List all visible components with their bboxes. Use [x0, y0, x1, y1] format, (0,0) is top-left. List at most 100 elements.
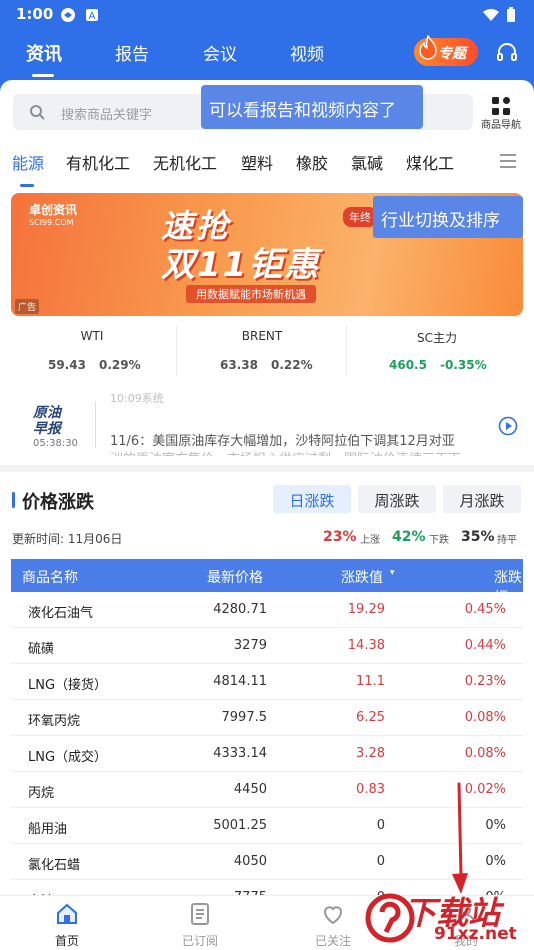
table-row[interactable]: LNG（成交） 4333.14 3.28 0.08%: [11, 736, 523, 772]
tooltip-report-video: 可以看报告和视频内容了: [201, 85, 423, 129]
row-name: 船用油: [28, 822, 68, 837]
watermark: 下载站 91xz.net: [364, 886, 534, 948]
notification-a-icon: A: [86, 9, 98, 22]
section-marker: [12, 492, 15, 508]
status-bar: 1:00 A: [0, 0, 534, 30]
table-row[interactable]: 液化石油气 4280.71 19.29 0.45%: [11, 592, 523, 628]
banner-logo: 卓创资讯 SCI99.COM: [29, 201, 129, 227]
quote-name: SC主力: [417, 331, 457, 345]
row-price: 4814.11: [213, 674, 267, 689]
row-percent: 0%: [485, 854, 506, 869]
tab-news[interactable]: 资讯: [26, 40, 62, 66]
news-headline-continued: 洲的原油官方售价，市场担心供应过剩，国际油价连续三天下: [110, 448, 470, 456]
annotation-arrow-icon: [452, 782, 468, 894]
news-headline: 11/6：美国原油库存大幅增加，沙特阿拉伯下调其12月对亚: [110, 434, 455, 449]
grid-icon: [492, 97, 510, 115]
quote-name: BRENT: [241, 329, 283, 343]
category-inorganic-chem[interactable]: 无机化工: [153, 150, 217, 174]
row-name: 环氧丙烷: [28, 714, 81, 729]
row-percent: 0.08%: [464, 746, 506, 761]
quote-wti[interactable]: WTI 59.43 0.29%: [7, 320, 177, 382]
row-change: 0: [376, 854, 385, 869]
table-row[interactable]: 氯化石蜡 4050 0 0%: [11, 844, 523, 880]
svg-text:A: A: [89, 11, 96, 22]
category-tabs: 能源 有机化工 无机化工 塑料 橡胶 氯碱 煤化工: [0, 144, 534, 188]
tab-videos[interactable]: 视频: [290, 40, 324, 65]
table-row[interactable]: 船用油 5001.25 0 0%: [11, 808, 523, 844]
row-price: 4450: [233, 782, 267, 797]
special-topic-label: 专题: [438, 46, 466, 62]
category-nav-label: 商品导航: [481, 120, 521, 131]
row-name: 丙烷: [28, 786, 55, 801]
row-change: 6.25: [356, 710, 385, 725]
category-indicator: [20, 184, 34, 187]
tab-reports[interactable]: 报告: [115, 40, 149, 65]
quote-strip: WTI 59.43 0.29% BRENT 63.38 0.22% SC主力 4…: [0, 320, 534, 386]
segment-weekly[interactable]: 周涨跌: [358, 485, 436, 513]
row-change: 14.38: [347, 638, 385, 653]
cast-icon: [61, 8, 75, 22]
section-title: 价格涨跌: [22, 492, 94, 513]
bottom-nav-label: 已订阅: [181, 934, 218, 948]
table-row[interactable]: 丙烷 4450 0.83 0.02%: [11, 772, 523, 808]
category-organic-chem[interactable]: 有机化工: [66, 150, 130, 174]
stat-flat-value: 35%: [461, 529, 495, 545]
category-chlor-alkali[interactable]: 氯碱: [351, 150, 383, 174]
category-rubber[interactable]: 橡胶: [296, 150, 328, 174]
header-change[interactable]: 涨跌值: [341, 567, 383, 587]
row-change: 3.28: [356, 746, 385, 761]
tab-indicator: [32, 74, 54, 77]
row-percent: 0.45%: [464, 602, 506, 617]
tooltip-industry: 行业切换及排序: [373, 196, 523, 238]
row-change: 11.1: [356, 674, 385, 689]
header-name[interactable]: 商品名称: [22, 567, 78, 587]
row-price: 5001.25: [213, 818, 267, 833]
header-price[interactable]: 最新价格: [207, 567, 263, 587]
row-name: 液化石油气: [28, 606, 94, 621]
table-row[interactable]: 硫磺 3279 14.38 0.44%: [11, 628, 523, 664]
news-time: 05:38:30: [33, 438, 78, 449]
row-name: 氯化石蜡: [28, 858, 81, 873]
sort-desc-icon[interactable]: ▾: [390, 568, 395, 578]
category-energy[interactable]: 能源: [12, 150, 44, 174]
row-price: 7997.5: [221, 710, 268, 725]
quote-brent[interactable]: BRENT 63.38 0.22%: [177, 320, 347, 382]
segment-monthly[interactable]: 月涨跌: [443, 485, 521, 513]
play-icon[interactable]: [498, 416, 518, 436]
news-flash[interactable]: 原油 早报 05:38:30 10:09系统 11/6：美国原油库存大幅增加，沙…: [0, 388, 534, 458]
category-coal-chem[interactable]: 煤化工: [406, 150, 454, 174]
banner-badge: 年终: [343, 207, 377, 227]
banner-pager: [247, 307, 292, 316]
segment-daily[interactable]: 日涨跌: [273, 485, 351, 513]
special-topic-button[interactable]: 专题: [414, 35, 478, 66]
search-placeholder: 搜索商品关键字: [61, 108, 153, 123]
stat-down-label: 下跌: [429, 535, 449, 546]
stat-up-label: 上涨: [360, 535, 380, 546]
row-percent: 0.23%: [464, 674, 506, 689]
quote-change: -0.35%: [440, 358, 487, 372]
menu-icon[interactable]: [500, 154, 516, 168]
table-row[interactable]: LNG（接货） 4814.11 11.1 0.23%: [11, 664, 523, 700]
battery-icon: [507, 7, 515, 22]
row-change: 0: [376, 818, 385, 833]
row-name: LNG（成交）: [28, 750, 108, 765]
watermark-url: 91xz.net: [434, 924, 517, 944]
ad-label: 广告: [15, 299, 40, 314]
row-percent: 0.08%: [464, 710, 506, 725]
quote-price: 63.38: [220, 358, 258, 372]
row-price: 4280.71: [213, 602, 267, 617]
category-nav-button[interactable]: 商品导航: [480, 94, 522, 134]
quote-name: WTI: [80, 329, 104, 343]
row-percent: 0.44%: [464, 638, 506, 653]
quote-price: 460.5: [389, 358, 427, 372]
quote-sc[interactable]: SC主力 460.5 -0.35%: [352, 320, 522, 382]
category-plastics[interactable]: 塑料: [241, 150, 273, 174]
banner-brand-sub: SCI99.COM: [29, 218, 74, 227]
stat-down-value: 42%: [392, 529, 426, 545]
tab-meetings[interactable]: 会议: [203, 40, 237, 65]
headset-icon[interactable]: [495, 40, 519, 64]
table-row[interactable]: 环氧丙烷 7997.5 6.25 0.08%: [11, 700, 523, 736]
wifi-icon: [483, 8, 499, 21]
banner-brand: 卓创资讯: [29, 203, 78, 217]
stat-flat-label: 持平: [497, 535, 517, 546]
